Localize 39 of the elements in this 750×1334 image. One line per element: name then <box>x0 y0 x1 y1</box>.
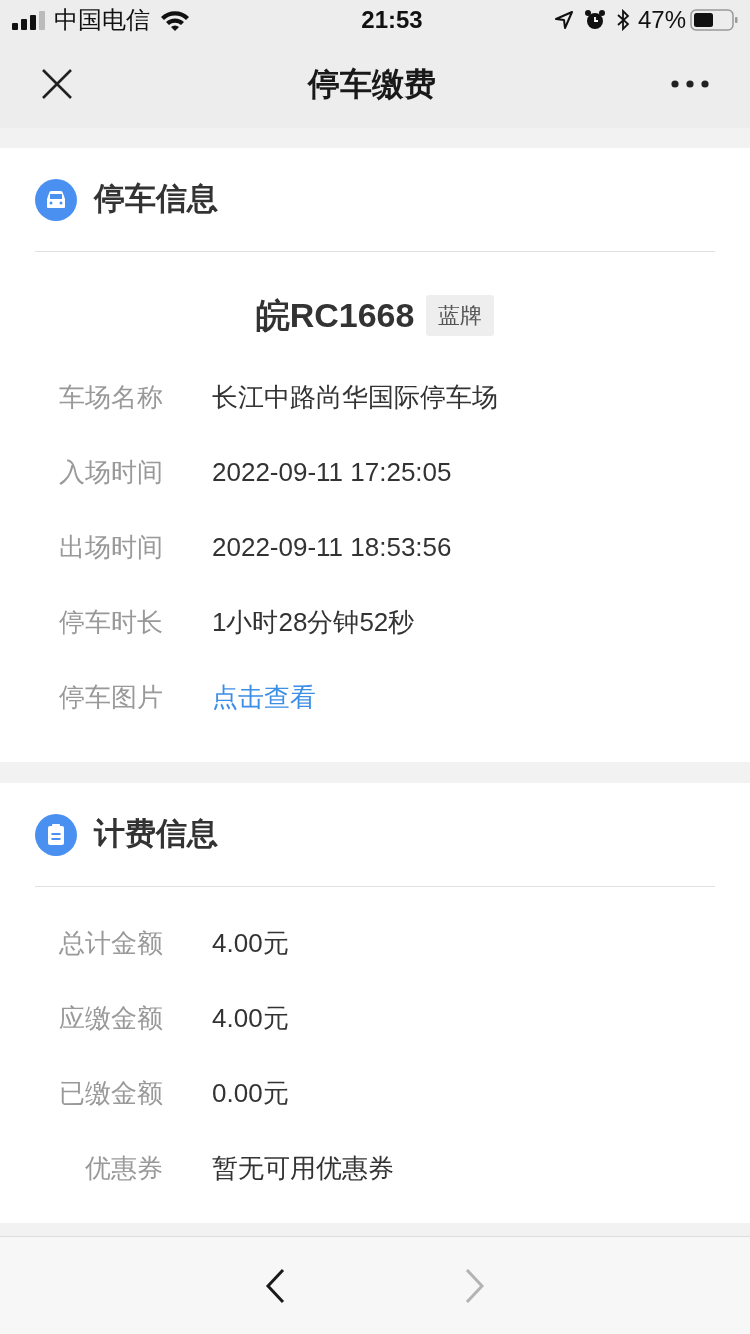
close-button[interactable] <box>40 67 74 101</box>
bluetooth-icon <box>615 9 630 31</box>
field-value: 1小时28分钟52秒 <box>212 606 415 639</box>
field-label: 已缴金额 <box>58 1077 163 1110</box>
field-label: 应缴金额 <box>58 1002 163 1035</box>
clock-time: 21:53 <box>361 5 423 35</box>
view-link[interactable]: 点击查看 <box>212 678 316 717</box>
field-value: 4.00元 <box>212 927 289 960</box>
page-title: 停车缴费 <box>308 65 436 104</box>
location-arrow-icon <box>553 10 574 30</box>
battery-percent: 47% <box>637 5 686 35</box>
wifi-icon <box>160 9 190 31</box>
field-label: 优惠券 <box>84 1152 163 1185</box>
plate-tag: 蓝牌 <box>426 294 495 336</box>
field-value: 4.00元 <box>212 1002 289 1035</box>
signal-icon <box>12 10 46 30</box>
battery-icon <box>690 8 738 32</box>
plate-number: 皖RC1668 <box>255 294 415 336</box>
car-icon <box>35 178 77 221</box>
field-label: 出场时间 <box>58 531 163 564</box>
field-label: 停车时长 <box>58 606 163 639</box>
carrier-name: 中国电信 <box>54 5 150 35</box>
field-value: 暂无可用优惠券 <box>212 1152 394 1185</box>
section-title: 停车信息 <box>94 180 218 219</box>
close-icon <box>41 68 73 100</box>
field-label: 车场名称 <box>58 381 163 414</box>
field-value: 长江中路尚华国际停车场 <box>212 381 498 414</box>
alarm-clock-icon <box>583 9 606 31</box>
chevron-left-icon <box>265 1267 285 1304</box>
field-label: 总计金额 <box>58 927 163 960</box>
section-title: 计费信息 <box>94 815 218 854</box>
more-icon <box>671 80 709 88</box>
field-label: 停车图片 <box>58 681 163 714</box>
clipboard-icon <box>35 813 77 856</box>
field-value: 2022-09-11 17:25:05 <box>212 456 452 489</box>
field-value: 0.00元 <box>212 1077 289 1110</box>
field-value: 2022-09-11 18:53:56 <box>212 531 452 564</box>
field-label: 入场时间 <box>58 456 163 489</box>
chevron-right-icon <box>465 1267 485 1304</box>
